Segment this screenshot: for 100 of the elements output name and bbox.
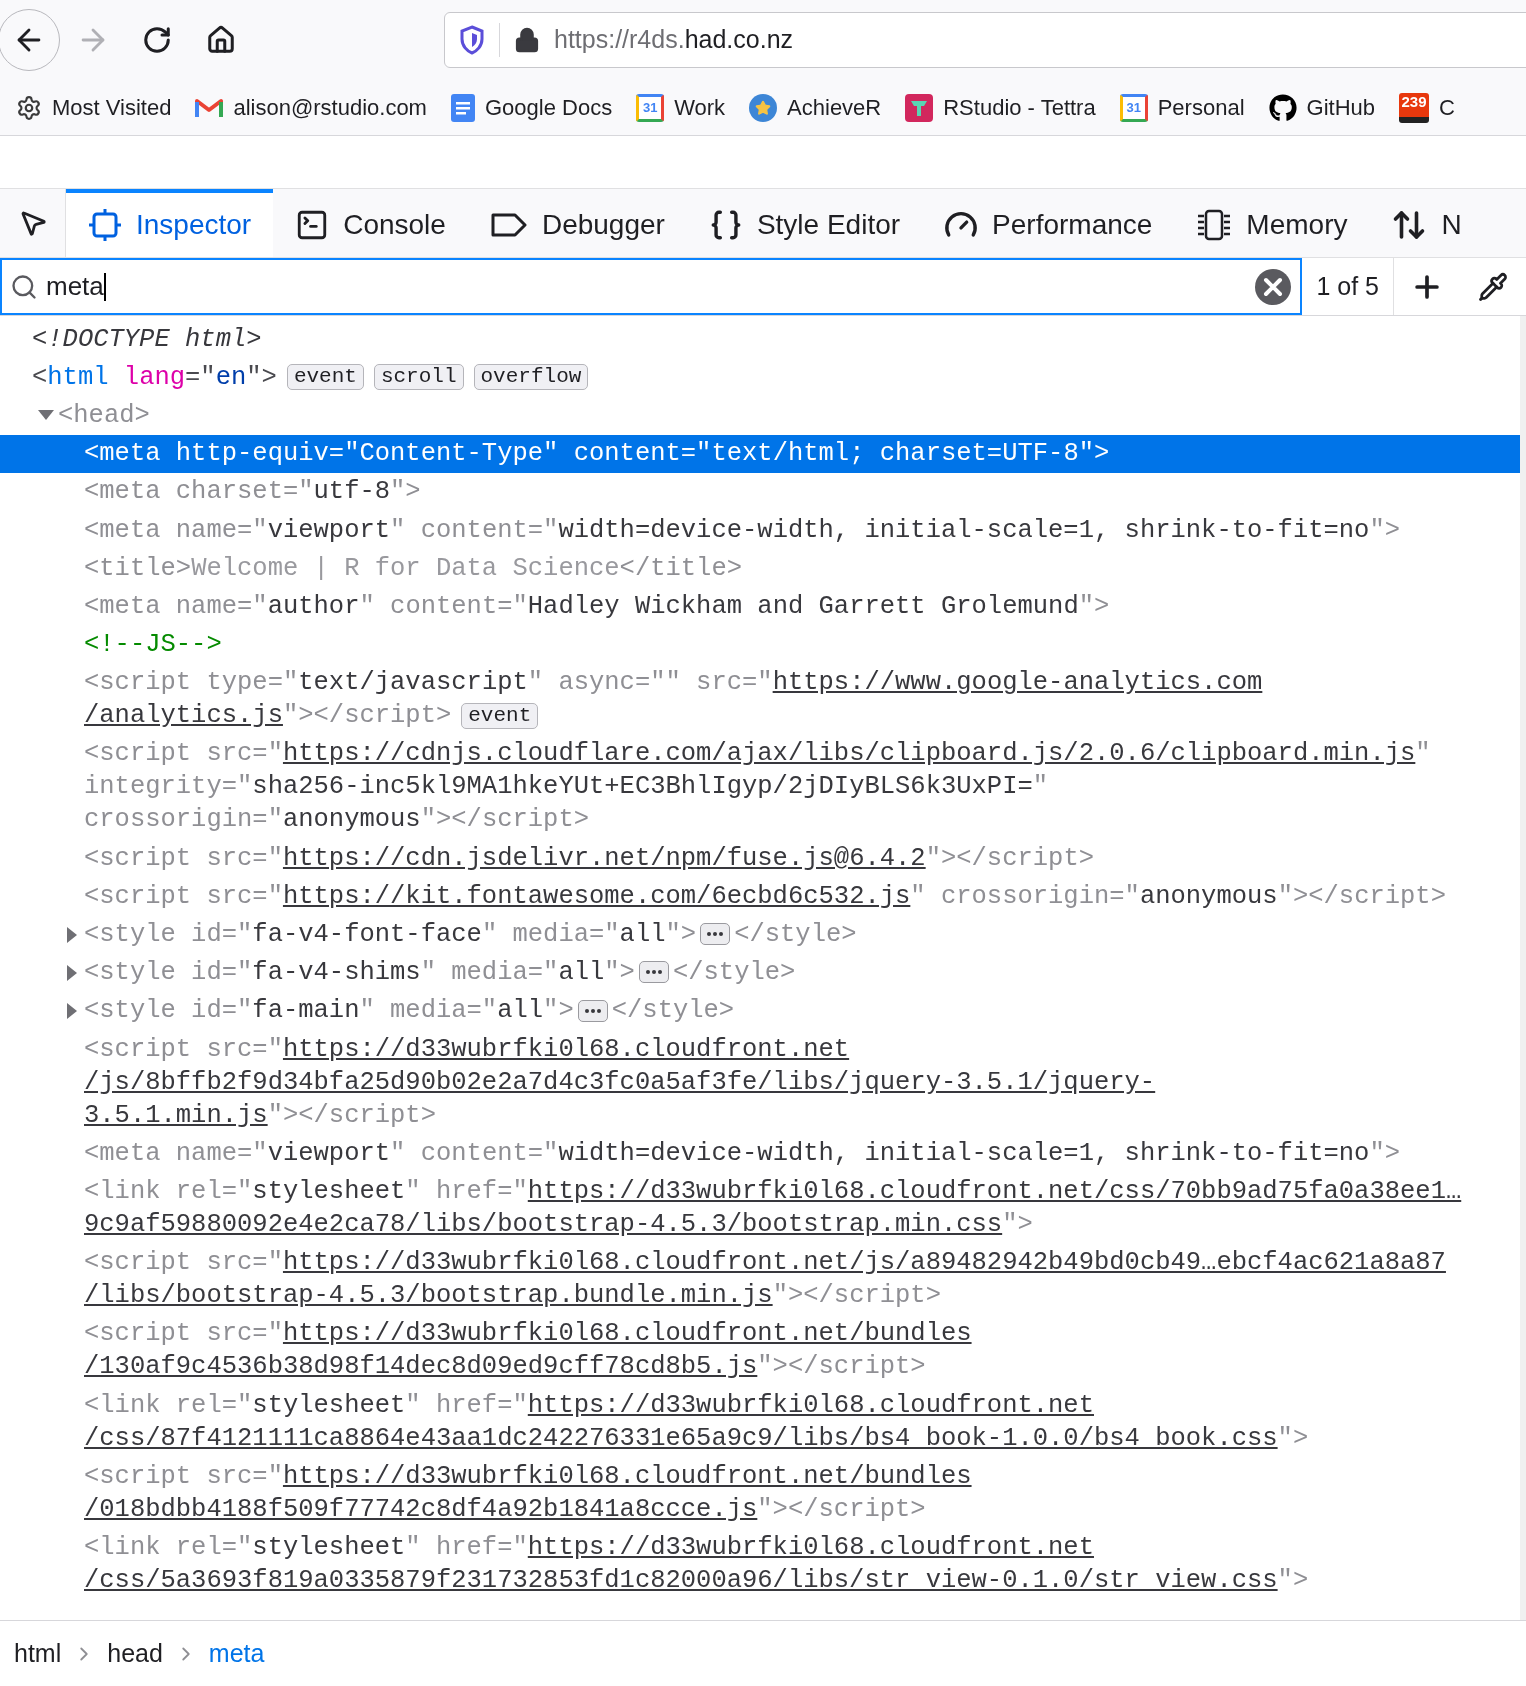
node-row[interactable]: <link rel="stylesheet" href="https://d33wubrfki0l68.cloudfront.net /css/5a3693f819a0335879f231732853fd1c82000a96/libs/str_view-0.1.0/str_view.css"> bbox=[0, 1528, 1520, 1600]
collapsed-twisty-icon[interactable] bbox=[66, 926, 78, 943]
code-line: crossorigin="anonymous"></script> bbox=[84, 804, 589, 837]
url-link[interactable]: https://d33wubrfki0l68.cloudfront.net/bundles bbox=[282, 1461, 972, 1491]
node-row[interactable]: <script src="https://cdnjs.cloudflare.com/ajax/libs/clipboard.js/2.0.6/clipboard.min.js" integrity="sha256-inc5kl9MA1hkeYUt+EC3BhlIgyp/2jDIyBLS6k3UxPI=" crossorigin="anonymous"></script> bbox=[0, 734, 1520, 840]
ellipsis-icon[interactable] bbox=[700, 923, 731, 946]
node-row[interactable]: <script src="https://d33wubrfki0l68.cloudfront.net/bundles /018bdbb4188f509f77742c8df4a92b1841a8ccce.js"></script> bbox=[0, 1457, 1520, 1529]
code-line: <!--JS--> bbox=[84, 629, 222, 662]
reload-icon bbox=[142, 25, 172, 55]
url-link[interactable]: https://d33wubrfki0l68.cloudfront.net bbox=[527, 1390, 1094, 1420]
code-line: <meta http-equiv="Content-Type" content="text/html; charset=UTF-8"> bbox=[84, 438, 1110, 471]
breadcrumb-item[interactable]: html bbox=[14, 1634, 62, 1673]
code-line: /130af9c4536b38d98f14dec8d09ed9cff78cd8b5.js"></script> bbox=[84, 1351, 926, 1384]
url-link[interactable]: /css/5a3693f819a0335879f231732853fd1c82000a96/libs/str_view-0.1.0/str_view.css bbox=[84, 1565, 1278, 1595]
event-badge[interactable]: event bbox=[286, 364, 364, 391]
url-link[interactable]: /018bdbb4188f509f77742c8df4a92b1841a8ccce.js bbox=[84, 1494, 758, 1524]
code-line: <html lang="en"> bbox=[32, 361, 277, 394]
url-link[interactable]: https://d33wubrfki0l68.cloudfront.net/bundles bbox=[282, 1319, 972, 1349]
devtools-tab[interactable]: Style Editor bbox=[686, 189, 923, 257]
node-row[interactable]: <style id="fa-v4-shims" media="all"> </style> bbox=[0, 953, 1520, 992]
node-row[interactable]: <meta charset="utf-8"> bbox=[0, 472, 1520, 511]
node-row[interactable]: <script src="https://d33wubrfki0l68.cloudfront.net/bundles /130af9c4536b38d98f14dec8d09ed9cff78cd8b5.js"></script> bbox=[0, 1314, 1520, 1386]
node-row[interactable]: <script src="https://d33wubrfki0l68.cloudfront.net/js/a89482942b49bd0cb49…ebcf4ac621a8a87 /libs/bootstrap-4.5.3/bootstrap.bundle.min.js"></script> bbox=[0, 1243, 1520, 1315]
code-line: <script src="https://d33wubrfki0l68.cloudfront.net/bundles bbox=[84, 1318, 972, 1351]
code-line: <!DOCTYPE html> bbox=[32, 323, 262, 356]
code-line: /018bdbb4188f509f77742c8df4a92b1841a8ccce.js"></script> bbox=[84, 1493, 926, 1526]
match-count: 1 of 5 bbox=[1302, 258, 1394, 315]
bookmark-item[interactable]: 31 Personal bbox=[1119, 91, 1245, 124]
url-link[interactable]: https://d33wubrfki0l68.cloudfront.net/js/a89482942b49bd0cb49…ebcf4ac621a8a87 bbox=[282, 1248, 1446, 1278]
url-link[interactable]: https://kit.fontawesome.com/6ecbd6c532.js bbox=[282, 881, 911, 911]
node-row[interactable]: <script src="https://kit.fontawesome.com/6ecbd6c532.js" crossorigin="anonymous"></script> bbox=[0, 877, 1520, 916]
url-link[interactable]: /js/8bffb2f9d34bfa25d90b02e2a7d4c3fc0a5af3fe/libs/jquery-3.5.1/jquery- bbox=[84, 1067, 1156, 1097]
node-row[interactable]: <meta http-equiv="Content-Type" content="text/html; charset=UTF-8"> bbox=[0, 434, 1520, 473]
node-row[interactable]: <!--JS--> bbox=[0, 625, 1520, 664]
code-line: <style id="fa-v4-shims" media="all"> </style> bbox=[84, 957, 796, 990]
calendar-icon: 31 bbox=[1119, 93, 1148, 122]
node-row[interactable]: <script src="https://d33wubrfki0l68.cloudfront.net /js/8bffb2f9d34bfa25d90b02e2a7d4c3fc0a5af3fe/libs/jquery-3.5.1/jquery- 3.5.1.min.js"></script> bbox=[0, 1030, 1520, 1135]
clear-icon[interactable] bbox=[1254, 267, 1293, 306]
url-link[interactable]: 9c9af59880092e4e2ca78/libs/bootstrap-4.5.3/bootstrap.min.css bbox=[84, 1209, 1003, 1239]
node-row[interactable]: <meta name="viewport" content="width=device-width, initial-scale=1, shrink-to-fit=no"> bbox=[0, 510, 1520, 550]
url-link[interactable]: /css/87f4121111ca8864e43aa1dc242276331e65a9c9/libs/bs4_book-1.0.0/bs4_book.css bbox=[84, 1423, 1278, 1453]
document-icon bbox=[450, 93, 475, 122]
devtools-tab[interactable]: Memory bbox=[1174, 189, 1370, 257]
devtools-tab[interactable]: N bbox=[1369, 189, 1484, 257]
code-line: <style id="fa-v4-font-face" media="all"> </style> bbox=[84, 919, 857, 952]
node-row[interactable]: <link rel="stylesheet" href="https://d33wubrfki0l68.cloudfront.net /css/87f4121111ca8864e43aa1dc242276331e65a9c9/libs/bs4_book-1.0.0/bs4_book.css"> bbox=[0, 1385, 1520, 1458]
node-row[interactable]: <script type="text/javascript" async="" src="https://www.google-analytics.com /analytics.js"></script> event bbox=[0, 663, 1520, 735]
code-line: <link rel="stylesheet" href="https://d33wubrfki0l68.cloudfront.net bbox=[84, 1389, 1094, 1422]
bookmark-item[interactable]: RStudio - Tettra bbox=[905, 91, 1096, 124]
bookmark-item[interactable]: 239 C bbox=[1399, 91, 1455, 124]
bookmark-item[interactable]: Google Docs bbox=[450, 91, 613, 124]
event-badge[interactable]: overflow bbox=[473, 364, 589, 391]
lock-icon bbox=[514, 27, 540, 53]
url-link[interactable]: https://d33wubrfki0l68.cloudfront.net/css/70bb9ad75fa0a38ee1… bbox=[527, 1176, 1462, 1206]
bookmark-item[interactable]: AchieveR bbox=[749, 91, 882, 124]
event-badge[interactable]: event bbox=[461, 702, 539, 729]
search-field[interactable]: meta bbox=[0, 258, 1303, 315]
collapsed-twisty-icon[interactable] bbox=[66, 964, 78, 981]
collapsed-twisty-icon[interactable] bbox=[66, 1002, 78, 1019]
bookmark-item[interactable]: alison@rstudio.com bbox=[195, 91, 427, 124]
ellipsis-icon[interactable] bbox=[577, 999, 608, 1022]
node-row[interactable]: <html lang="en"> event scroll overflow bbox=[0, 358, 1520, 397]
code-line: /libs/bootstrap-4.5.3/bootstrap.bundle.min.js"></script> bbox=[84, 1280, 941, 1313]
bookmark-item[interactable]: 31 Work bbox=[636, 91, 726, 124]
ellipsis-icon[interactable] bbox=[638, 961, 669, 984]
node-row[interactable]: <style id="fa-v4-font-face" media="all"> </style> bbox=[0, 915, 1520, 954]
expanded-twisty-icon[interactable] bbox=[38, 409, 54, 422]
devtools-tab[interactable]: Inspector bbox=[66, 189, 274, 257]
event-badge[interactable]: scroll bbox=[373, 364, 464, 391]
code-line: <meta name="author" content="Hadley Wickham and Garrett Grolemund"> bbox=[84, 590, 1110, 623]
search-icon bbox=[10, 272, 38, 301]
node-row[interactable]: <!DOCTYPE html> bbox=[0, 320, 1520, 359]
node-row[interactable]: <style id="fa-main" media="all"> </style> bbox=[0, 991, 1520, 1030]
code-line: <head> bbox=[58, 399, 150, 432]
url-link[interactable]: https://www.google-analytics.com bbox=[772, 668, 1263, 698]
url-link[interactable]: /analytics.js bbox=[84, 701, 283, 731]
url-link[interactable]: https://d33wubrfki0l68.cloudfront.net bbox=[282, 1034, 850, 1064]
url-link[interactable]: /libs/bootstrap-4.5.3/bootstrap.bundle.min.js bbox=[84, 1281, 773, 1311]
code-line: integrity="sha256-inc5kl9MA1hkeYUt+EC3BhlIgyp/2jDIyBLS6k3UxPI=" bbox=[84, 771, 1049, 804]
url-link[interactable]: https://cdn.jsdelivr.net/npm/fuse.js@6.4.2 bbox=[282, 843, 926, 873]
bookmark-item[interactable]: Most Visited bbox=[16, 91, 172, 124]
address-bar[interactable]: https://r4ds.had.co.nz bbox=[444, 12, 1526, 68]
devtools-tab[interactable]: Debugger bbox=[467, 189, 687, 257]
bookmark-item[interactable]: GitHub bbox=[1268, 91, 1375, 124]
envelope-icon bbox=[195, 96, 224, 119]
breadcrumb-item[interactable]: head bbox=[107, 1634, 163, 1673]
url-link[interactable]: 3.5.1.min.js bbox=[84, 1100, 268, 1130]
breadcrumb-item[interactable]: meta bbox=[208, 1634, 265, 1673]
url-text[interactable]: https://r4ds.had.co.nz bbox=[554, 21, 794, 59]
url-link[interactable]: https://d33wubrfki0l68.cloudfront.net bbox=[527, 1532, 1094, 1562]
shield-icon[interactable] bbox=[459, 25, 485, 55]
node-row[interactable]: <link rel="stylesheet" href="https://d33wubrfki0l68.cloudfront.net/css/70bb9ad75fa0a38ee1… 9c9af59880092e4e2ca78/libs/bootstrap-4.5.3/bootstrap.min.css"> bbox=[0, 1172, 1520, 1244]
node-row[interactable]: <script src="https://cdn.jsdelivr.net/npm/fuse.js@6.4.2"></script> bbox=[0, 839, 1520, 878]
code-line: <meta name="viewport" content="width=device-width, initial-scale=1, shrink-to-fit=no"> bbox=[84, 514, 1401, 547]
devtools-tab[interactable]: Performance bbox=[922, 189, 1175, 257]
url-link[interactable]: /130af9c4536b38d98f14dec8d09ed9cff78cd8b5.js bbox=[84, 1352, 758, 1382]
url-link[interactable]: https://cdnjs.cloudflare.com/ajax/libs/clipboard.js/2.0.6/clipboard.min.js bbox=[282, 739, 1416, 769]
node-row[interactable]: <meta name="viewport" content="width=device-width, initial-scale=1, shrink-to-fit=no"> bbox=[0, 1134, 1520, 1173]
devtools-tab[interactable]: Console bbox=[273, 189, 468, 257]
node-row[interactable]: <meta name="author" content="Hadley Wickham and Garrett Grolemund"> bbox=[0, 587, 1520, 626]
